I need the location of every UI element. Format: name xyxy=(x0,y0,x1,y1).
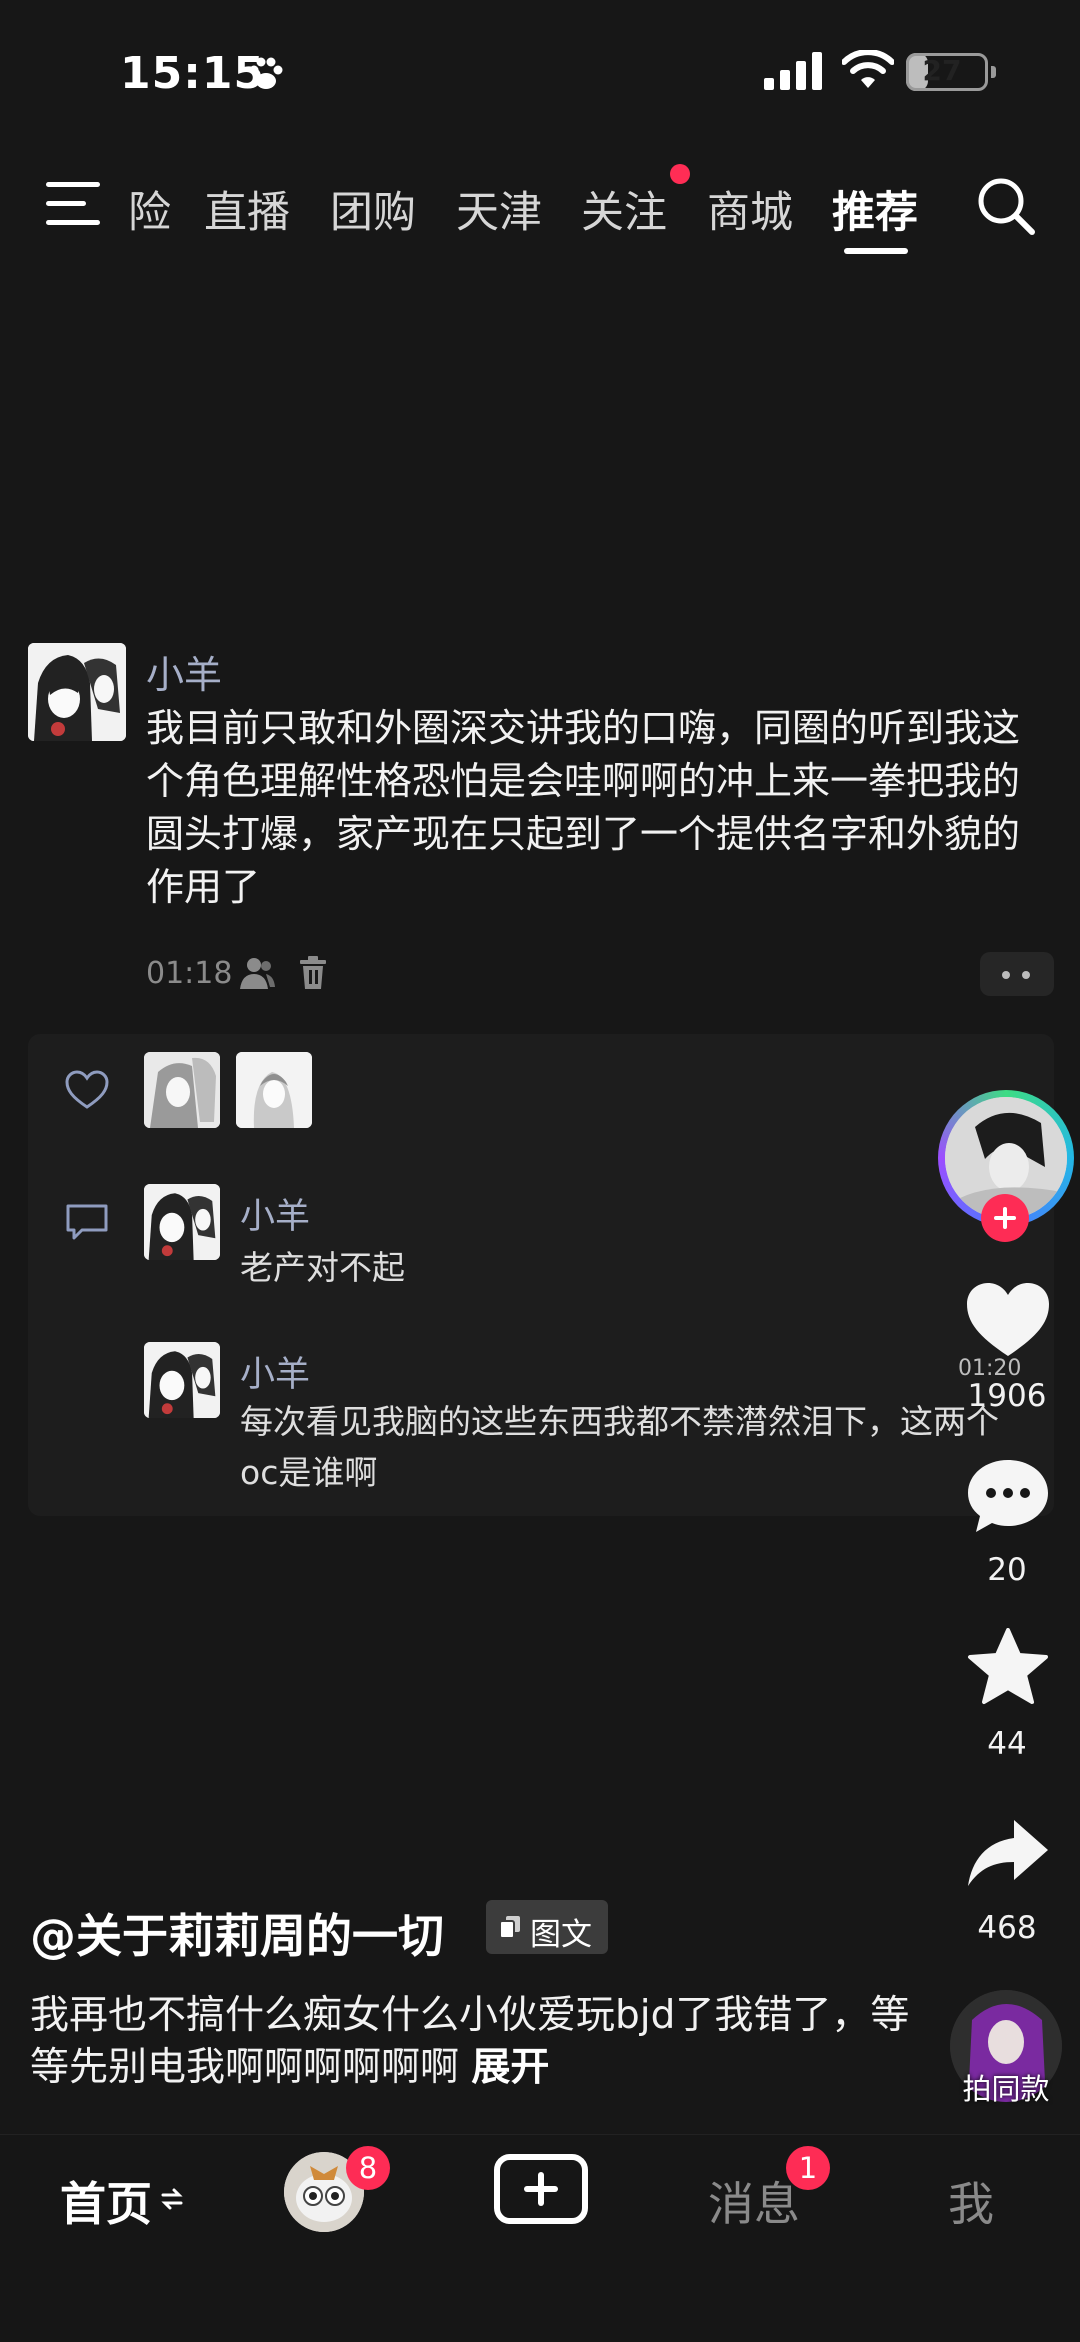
commenter-name[interactable]: 小羊 xyxy=(240,1346,310,1397)
messages-badge: 1 xyxy=(786,2146,830,2190)
post-type-label: 图文 xyxy=(530,1917,592,1953)
active-tab-indicator xyxy=(844,248,908,254)
comment-count: 20 xyxy=(987,1552,1027,1588)
tab-mall[interactable]: 商城 xyxy=(707,178,793,240)
caption-text: 我再也不搞什么痴女什么小伙爱玩bjd了我错了，等等先别电我啊啊啊啊啊啊 xyxy=(30,1993,910,2090)
friends-badge: 8 xyxy=(346,2146,390,2190)
tab-partial[interactable]: 险 xyxy=(128,178,171,240)
status-time: 15:15 xyxy=(120,48,266,99)
post-time: 01:18 xyxy=(146,956,233,991)
comment-outline-icon xyxy=(66,1204,108,1240)
menu-icon[interactable] xyxy=(44,180,104,228)
star-icon[interactable] xyxy=(964,1628,1052,1708)
tab-live[interactable]: 直播 xyxy=(204,178,290,240)
tab-tianjin[interactable]: 天津 xyxy=(456,178,542,240)
post-text: 我目前只敢和外圈深交讲我的口嗨，同圈的听到我这个角色理解性格恐怕是会哇啊啊的冲上… xyxy=(146,706,1021,909)
paw-icon xyxy=(249,57,283,89)
cellular-signal-icon xyxy=(764,52,822,90)
battery-percent: 27 xyxy=(922,54,962,87)
top-tabs: 险 直播 团购 天津 关注 商城 推荐 xyxy=(128,170,938,240)
battery-icon: 27 xyxy=(906,53,996,91)
post-caption: 我再也不搞什么痴女什么小伙爱玩bjd了我错了，等等先别电我啊啊啊啊啊啊 展开 xyxy=(30,1990,910,2094)
more-options-button[interactable] xyxy=(980,952,1054,996)
share-count: 468 xyxy=(977,1910,1037,1946)
liker-avatar[interactable] xyxy=(236,1052,312,1128)
nav-me[interactable]: 我 xyxy=(948,2168,994,2234)
follow-plus-button[interactable] xyxy=(981,1194,1029,1242)
post-type-badge: 图文 xyxy=(486,1900,608,1954)
like-count: 1906 xyxy=(967,1378,1047,1414)
same-style-label[interactable]: 拍同款 xyxy=(936,2066,1076,2108)
tab-recommended[interactable]: 推荐 xyxy=(832,178,918,240)
friends-visible-icon xyxy=(240,958,275,989)
search-icon[interactable] xyxy=(974,174,1038,238)
nav-home[interactable]: 首页 xyxy=(60,2168,152,2234)
heart-outline-icon xyxy=(65,1070,109,1109)
author-handle[interactable]: @关于莉莉周的一切 xyxy=(30,1900,444,1966)
post-author-name[interactable]: 小羊 xyxy=(146,644,222,699)
tab-following[interactable]: 关注 xyxy=(581,178,667,240)
heart-icon[interactable] xyxy=(964,1280,1052,1360)
expand-link[interactable]: 展开 xyxy=(471,2045,549,2090)
commenter-avatar[interactable] xyxy=(144,1184,220,1260)
images-icon xyxy=(500,1916,520,1938)
following-notification-dot xyxy=(670,164,690,184)
commenter-avatar[interactable] xyxy=(144,1342,220,1418)
create-post-button[interactable] xyxy=(494,2154,588,2224)
comment-text: 老产对不起 xyxy=(240,1248,405,1287)
switch-arrows-icon[interactable] xyxy=(160,2184,184,2214)
liker-avatar[interactable] xyxy=(144,1052,220,1128)
commenter-name[interactable]: 小羊 xyxy=(240,1188,310,1239)
favorite-count: 44 xyxy=(987,1726,1027,1762)
nav-messages[interactable]: 消息 xyxy=(708,2168,800,2234)
post-author-avatar[interactable] xyxy=(28,643,126,741)
share-icon[interactable] xyxy=(964,1814,1052,1894)
trash-icon[interactable] xyxy=(298,955,328,991)
tab-group-buy[interactable]: 团购 xyxy=(330,178,416,240)
comment-icon[interactable] xyxy=(964,1456,1052,1536)
wifi-icon xyxy=(842,50,894,88)
comment-text: 每次看见我脑的这些东西我都不禁潸然泪下，这两个oc是谁啊 xyxy=(240,1402,999,1492)
